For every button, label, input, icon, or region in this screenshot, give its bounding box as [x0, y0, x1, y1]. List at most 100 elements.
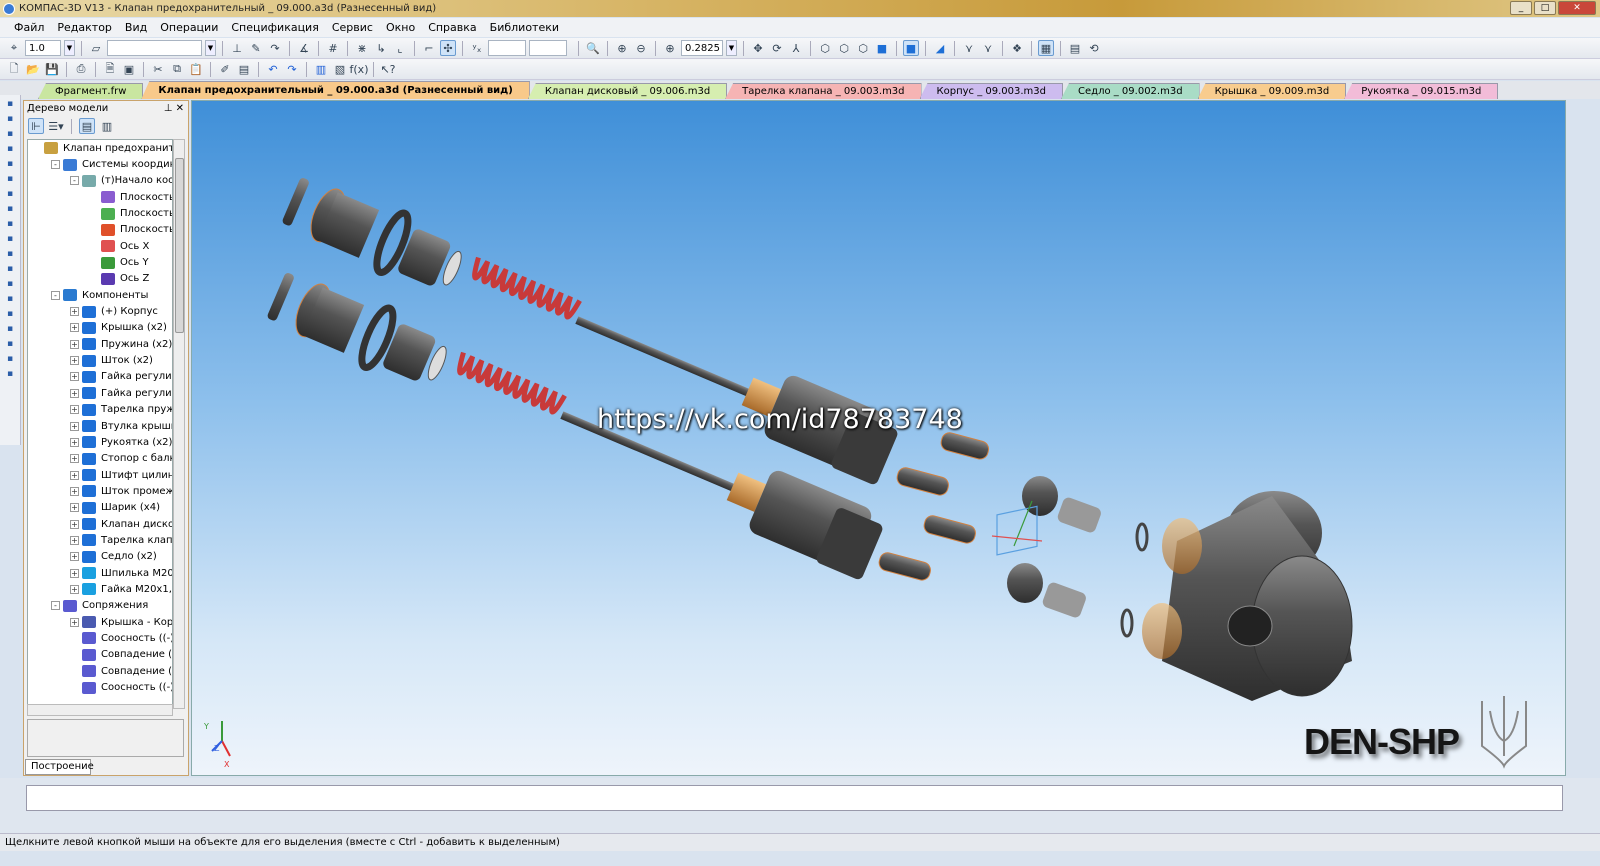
part-toolbar-icon[interactable]: ▪ — [3, 112, 17, 125]
snap-on-icon[interactable]: ✣ — [440, 40, 456, 56]
zoom-out-icon[interactable]: ⊖ — [633, 40, 649, 56]
tab-document[interactable]: Клапан дисковый _ 09.006.m3d — [527, 83, 728, 99]
tree-item[interactable]: - (т)Начало координ — [28, 173, 172, 189]
tab-document[interactable]: Корпус _ 09.003.m3d — [919, 83, 1064, 99]
tree-item[interactable]: + Крышка - Корпус — [28, 614, 172, 630]
expand-icon[interactable]: + — [70, 356, 79, 366]
format-icon[interactable]: ✐ — [217, 61, 233, 77]
shaded-edges-icon[interactable]: ■ — [903, 40, 919, 56]
tab-build[interactable]: Построение — [25, 759, 94, 775]
features-toolbar-icon[interactable]: ▪ — [3, 337, 17, 350]
function-icon[interactable]: f(x) — [350, 61, 369, 77]
tab-document[interactable]: Тарелка клапана _ 09.003.m3d — [725, 83, 922, 99]
zoom-in-icon[interactable]: ⊕ — [614, 40, 630, 56]
elements-toolbar-icon[interactable]: ▪ — [3, 232, 17, 245]
axis-icon[interactable]: ⌞ — [392, 40, 408, 56]
expand-icon[interactable]: + — [70, 486, 79, 496]
line-icon[interactable]: ⌐ — [421, 40, 437, 56]
expand-icon[interactable]: + — [70, 339, 79, 349]
tree-item[interactable]: + Тарелка пружинн — [28, 402, 172, 418]
tab-document[interactable]: Крышка _ 09.009.m3d — [1197, 83, 1347, 99]
menu-window[interactable]: Окно — [386, 21, 415, 34]
surface-toolbar-icon[interactable]: ▪ — [3, 277, 17, 290]
tree-item[interactable]: + (+) Корпус — [28, 303, 172, 319]
mate-toolbar-icon[interactable]: ▪ — [3, 307, 17, 320]
tree-item[interactable]: Соосность ((-) Кр — [28, 679, 172, 695]
expand-icon[interactable]: + — [70, 307, 79, 317]
pin-icon[interactable]: ⊥ — [164, 103, 173, 114]
filter2-icon[interactable]: ⋎ — [980, 40, 996, 56]
menu-libraries[interactable]: Библиотеки — [490, 21, 559, 34]
perspective-icon[interactable]: ◢ — [932, 40, 948, 56]
library-icon[interactable]: ❖ — [1009, 40, 1025, 56]
rotate-icon[interactable]: ↷ — [267, 40, 283, 56]
manager-icon[interactable]: ▣ — [121, 61, 137, 77]
expand-icon[interactable]: + — [70, 421, 79, 431]
tree-item[interactable]: + Втулка крышка (х — [28, 418, 172, 434]
ortho-icon[interactable]: ⊥ — [229, 40, 245, 56]
tab-document[interactable]: Клапан предохранительный _ 09.000.a3d (Р… — [141, 81, 530, 99]
zoom-scale-icon[interactable]: ⊕ — [662, 40, 678, 56]
expand-icon[interactable]: + — [70, 519, 79, 529]
menu-specification[interactable]: Спецификация — [231, 21, 318, 34]
wireframe-icon[interactable]: ⬡ — [817, 40, 833, 56]
layer-dropdown[interactable]: ▼ — [205, 40, 216, 56]
tree-item[interactable]: Совпадение ((-) К — [28, 663, 172, 679]
snap-icon[interactable]: ⋇ — [354, 40, 370, 56]
select-toolbar-icon[interactable]: ▪ — [3, 187, 17, 200]
tree-item[interactable]: + Штифт цилиндри — [28, 467, 172, 483]
dimension-toolbar-icon[interactable]: ▪ — [3, 247, 17, 260]
menu-service[interactable]: Сервис — [332, 21, 373, 34]
undo-icon[interactable]: ↶ — [265, 61, 281, 77]
close-panel-icon[interactable]: ✕ — [176, 103, 184, 114]
tree-item[interactable]: + Шпилька M20x1,5 — [28, 565, 172, 581]
layer-field[interactable] — [107, 40, 202, 56]
collapse-icon[interactable]: - — [51, 290, 60, 300]
print-icon[interactable]: ⎙ — [73, 61, 89, 77]
tree-structure-icon[interactable]: ⊩ — [28, 118, 44, 134]
tree-item[interactable]: + Шток (x2) — [28, 352, 172, 368]
command-input[interactable] — [26, 785, 1563, 811]
variables-icon[interactable]: ▥ — [313, 61, 329, 77]
expand-icon[interactable]: + — [70, 568, 79, 578]
sketch-toolbar-icon[interactable]: ▪ — [3, 127, 17, 140]
y-field[interactable] — [529, 40, 567, 56]
new-file-icon[interactable]: 🗋 — [6, 61, 22, 77]
redo-icon[interactable]: ↷ — [284, 61, 300, 77]
pan-icon[interactable]: ✥ — [750, 40, 766, 56]
zoom-field[interactable]: 0.2825 — [681, 40, 723, 56]
collapse-icon[interactable]: - — [51, 160, 60, 170]
tree-item[interactable]: + Шарик (x4) — [28, 500, 172, 516]
tree-item[interactable]: + Гайка M20x1,5-6H — [28, 581, 172, 597]
zoom-dropdown[interactable]: ▼ — [726, 40, 737, 56]
tree-item[interactable]: - Компоненты — [28, 287, 172, 303]
tree-view-mode-icon[interactable]: ☰▾ — [48, 118, 64, 134]
coord-icon[interactable]: ↳ — [373, 40, 389, 56]
cursor-xy-icon[interactable]: ʸₓ — [469, 40, 485, 56]
local-cs-icon[interactable]: ⌖ — [6, 40, 22, 56]
spec-toolbar-icon[interactable]: ▪ — [3, 202, 17, 215]
tree-item[interactable]: Плоскость ZY — [28, 222, 172, 238]
tree-item[interactable]: Плоскость XY — [28, 189, 172, 205]
filter-icon[interactable]: ⋎ — [961, 40, 977, 56]
array-toolbar-icon[interactable]: ▪ — [3, 157, 17, 170]
table-icon[interactable]: ▤ — [236, 61, 252, 77]
tree-item[interactable]: - Системы координат — [28, 156, 172, 172]
expand-icon[interactable]: + — [70, 503, 79, 513]
maximize-button[interactable]: □ — [1534, 1, 1556, 15]
tab-document[interactable]: Фрагмент.frw — [38, 83, 144, 99]
mirror-toolbar-icon[interactable]: ▪ — [3, 322, 17, 335]
refresh-icon[interactable]: ⟲ — [1086, 40, 1102, 56]
expand-icon[interactable]: + — [70, 388, 79, 398]
tree-item[interactable]: + Седло (x2) — [28, 549, 172, 565]
collapse-icon[interactable]: - — [70, 176, 79, 186]
angle-icon[interactable]: ∡ — [296, 40, 312, 56]
diagnostic-toolbar-icon[interactable]: ▪ — [3, 352, 17, 365]
tree-toggle-icon[interactable]: ▦ — [1038, 40, 1054, 56]
menu-help[interactable]: Справка — [428, 21, 476, 34]
tree-item[interactable]: + Гайка регулировс — [28, 385, 172, 401]
tree-item[interactable]: Плоскость ZX — [28, 205, 172, 221]
copy-icon[interactable]: ⧉ — [169, 61, 185, 77]
3d-viewport[interactable]: Y X Z https://vk.com/id78783748 DEN-SHP — [191, 100, 1566, 776]
expand-icon[interactable]: + — [70, 437, 79, 447]
